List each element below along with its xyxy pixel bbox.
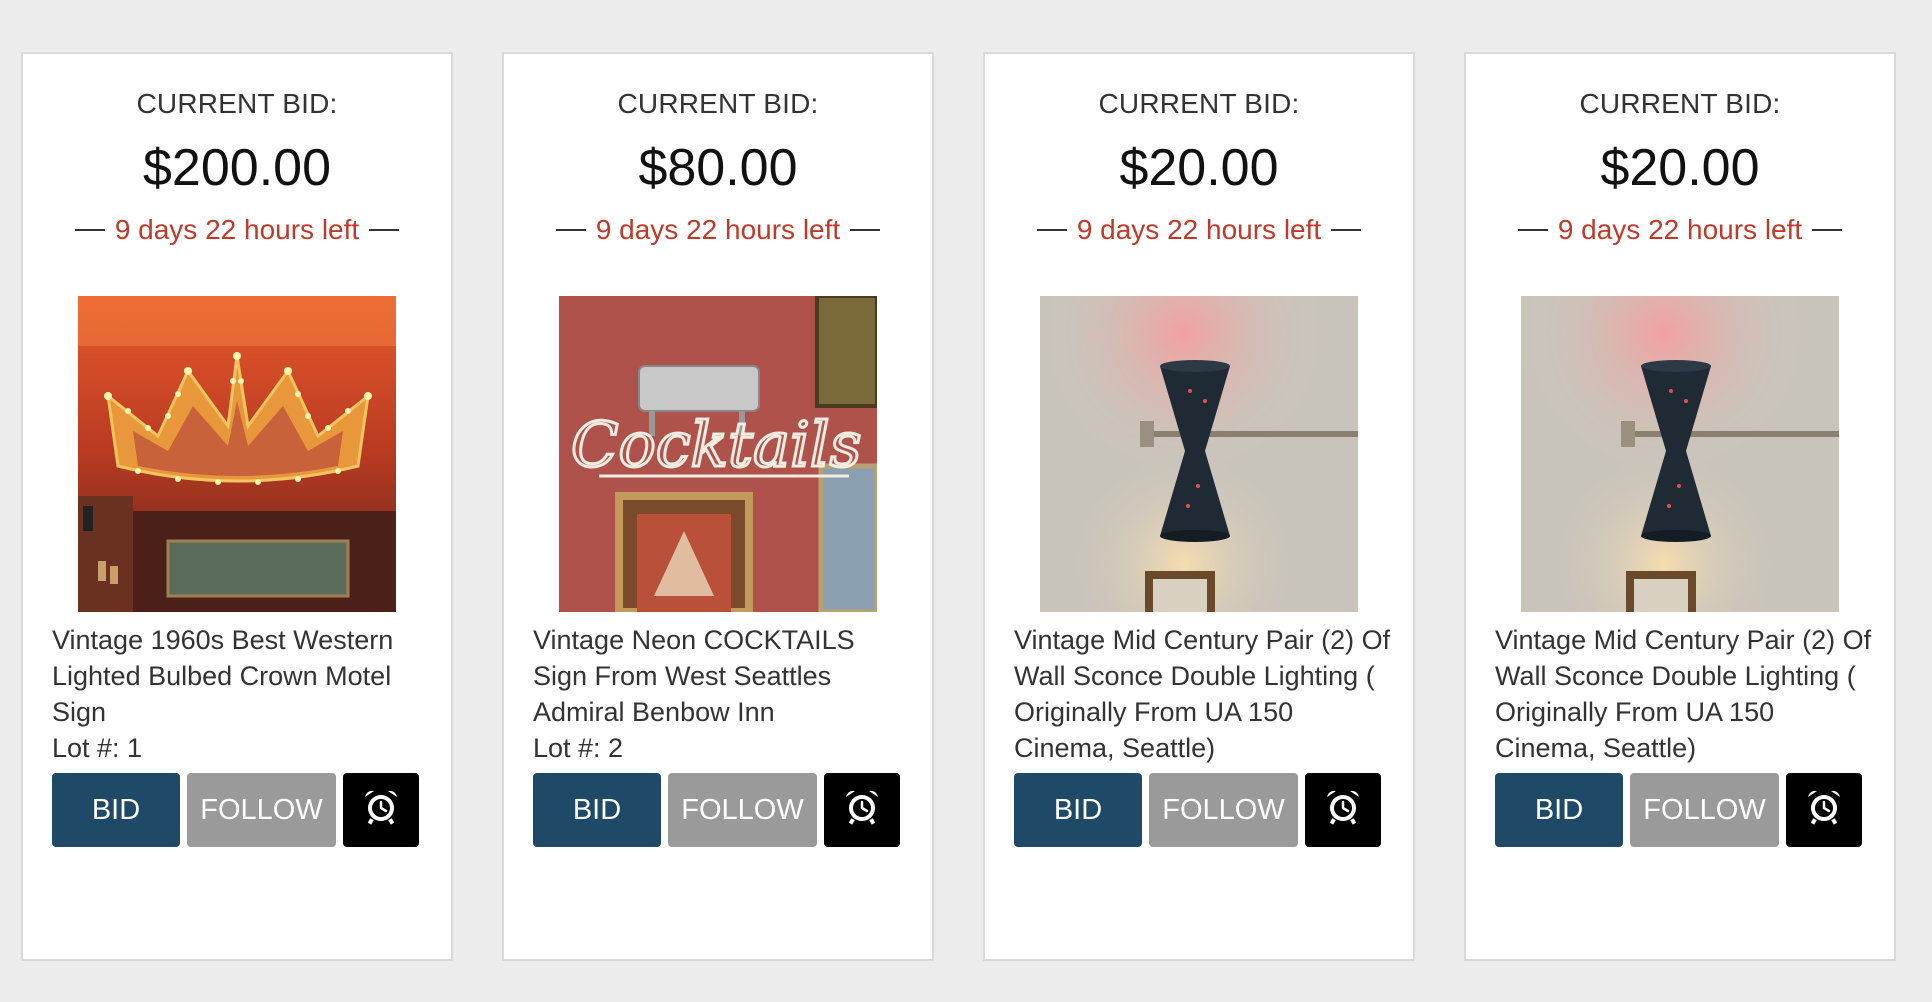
item-photo-crown-sign[interactable] [78,296,396,612]
bid-button[interactable]: BID [533,773,661,847]
auction-card: CURRENT BID: $20.00 9 days 22 hours left [983,52,1415,961]
time-left: 9 days 22 hours left [1466,214,1894,246]
item-title-text[interactable]: Vintage Mid Century Pair (2) Of Wall Sco… [1014,622,1394,766]
follow-button[interactable]: FOLLOW [1149,773,1298,847]
alarm-clock-icon [361,786,401,834]
alarm-clock-icon [1804,786,1844,834]
reminder-button[interactable] [1305,773,1381,847]
current-bid-amount: $200.00 [143,139,331,197]
current-bid-label: CURRENT BID: [136,88,338,119]
auction-card: CURRENT BID: $200.00 9 days 22 hours lef… [21,52,453,961]
time-left: 9 days 22 hours left [504,214,932,246]
follow-button[interactable]: FOLLOW [187,773,336,847]
current-bid-amount: $20.00 [1119,139,1279,197]
item-title[interactable]: Vintage Neon COCKTAILS Sign From West Se… [533,622,913,766]
card-actions: BID FOLLOW [52,773,419,847]
card-actions: BID FOLLOW [533,773,900,847]
time-left-text: 9 days 22 hours left [595,214,841,245]
follow-button[interactable]: FOLLOW [668,773,817,847]
divider [1331,229,1362,231]
lot-number: Lot #: 2 [533,733,624,763]
bid-button[interactable]: BID [1495,773,1623,847]
auction-grid: CURRENT BID: $200.00 9 days 22 hours lef… [21,52,1896,961]
alarm-clock-icon [1323,786,1363,834]
neon-sign-text: Cocktails [571,408,861,481]
reminder-button[interactable] [1786,773,1862,847]
reminder-button[interactable] [343,773,419,847]
item-title-text[interactable]: Vintage Neon COCKTAILS Sign From West Se… [533,622,913,730]
lot-number: Lot #: 1 [52,733,143,763]
item-photo-wall-sconce[interactable] [1040,296,1358,612]
divider [74,229,105,231]
time-left-text: 9 days 22 hours left [1557,214,1803,245]
auction-card: CURRENT BID: $20.00 9 days 22 hours left [1464,52,1896,961]
divider [1812,229,1843,231]
card-actions: BID FOLLOW [1495,773,1862,847]
current-bid-amount: $80.00 [638,139,798,197]
divider [1517,229,1548,231]
item-title-text[interactable]: Vintage 1960s Best Western Lighted Bulbe… [52,622,432,730]
time-left: 9 days 22 hours left [985,214,1413,246]
current-bid-amount: $20.00 [1600,139,1760,197]
reminder-button[interactable] [824,773,900,847]
alarm-clock-icon [842,786,882,834]
divider [555,229,586,231]
auction-card: CURRENT BID: $80.00 9 days 22 hours left… [502,52,934,961]
time-left-text: 9 days 22 hours left [1076,214,1322,245]
card-actions: BID FOLLOW [1014,773,1381,847]
item-title-text[interactable]: Vintage Mid Century Pair (2) Of Wall Sco… [1495,622,1875,766]
bid-button[interactable]: BID [1014,773,1142,847]
time-left-text: 9 days 22 hours left [114,214,360,245]
item-title[interactable]: Vintage Mid Century Pair (2) Of Wall Sco… [1014,622,1394,766]
divider [1036,229,1067,231]
bid-button[interactable]: BID [52,773,180,847]
divider [369,229,400,231]
current-bid-label: CURRENT BID: [1098,88,1300,119]
item-title[interactable]: Vintage Mid Century Pair (2) Of Wall Sco… [1495,622,1875,766]
current-bid-label: CURRENT BID: [617,88,819,119]
item-title[interactable]: Vintage 1960s Best Western Lighted Bulbe… [52,622,432,766]
divider [850,229,881,231]
item-photo-wall-sconce[interactable] [1521,296,1839,612]
time-left: 9 days 22 hours left [23,214,451,246]
item-photo-cocktails-sign[interactable]: Cocktails [559,296,877,612]
follow-button[interactable]: FOLLOW [1630,773,1779,847]
current-bid-label: CURRENT BID: [1579,88,1781,119]
